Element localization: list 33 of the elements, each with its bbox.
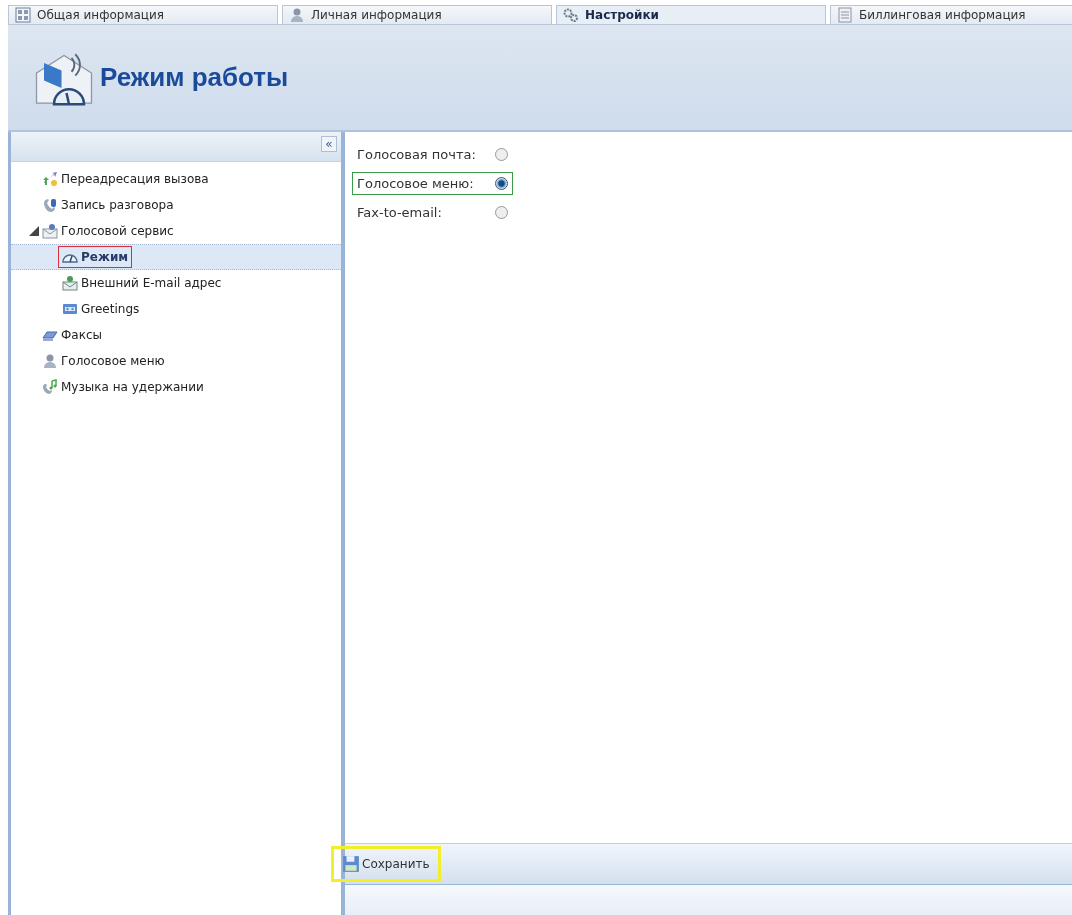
gears-icon (563, 7, 579, 23)
tree-item[interactable]: Музыка на удержании (39, 377, 207, 397)
envelope-icon (42, 223, 58, 239)
phone-icon (42, 197, 58, 213)
tree-item[interactable]: Запись разговора (39, 195, 177, 215)
arrows-icon (42, 171, 58, 187)
tab[interactable]: Биллинговая информация (830, 5, 1072, 24)
cassette-icon (62, 301, 78, 317)
collapse-button[interactable]: « (321, 136, 337, 152)
radio-button[interactable] (495, 206, 508, 219)
person-icon (289, 7, 305, 23)
radio-option[interactable]: Голосовая почта: (353, 144, 512, 165)
tree-item[interactable]: Режим (59, 247, 132, 267)
tree-item[interactable]: Факсы (39, 325, 105, 345)
tree-item[interactable]: Переадресация вызова (39, 169, 212, 189)
radio-option[interactable]: Голосовое меню: (353, 173, 512, 194)
tree-item[interactable]: Внешний E-mail адрес (59, 273, 225, 293)
tab[interactable]: Личная информация (282, 5, 552, 24)
radio-button[interactable] (495, 148, 508, 161)
radio-button[interactable] (495, 177, 508, 190)
save-button[interactable]: Сохранить (334, 849, 438, 879)
tree-item[interactable]: Голосовое меню (39, 351, 168, 371)
document-icon (837, 7, 853, 23)
person-icon (42, 353, 58, 369)
tab[interactable]: Общая информация (8, 5, 278, 24)
tree-item[interactable]: Голосовой сервис (39, 221, 177, 241)
page-title: Режим работы (100, 62, 289, 93)
radio-option[interactable]: Fax-to-email: (353, 202, 512, 223)
phone-music-icon (42, 379, 58, 395)
mail-icon (62, 275, 78, 291)
grid-icon (15, 7, 31, 23)
tab[interactable]: Настройки (556, 5, 826, 24)
tree-item[interactable]: Greetings (59, 299, 143, 319)
